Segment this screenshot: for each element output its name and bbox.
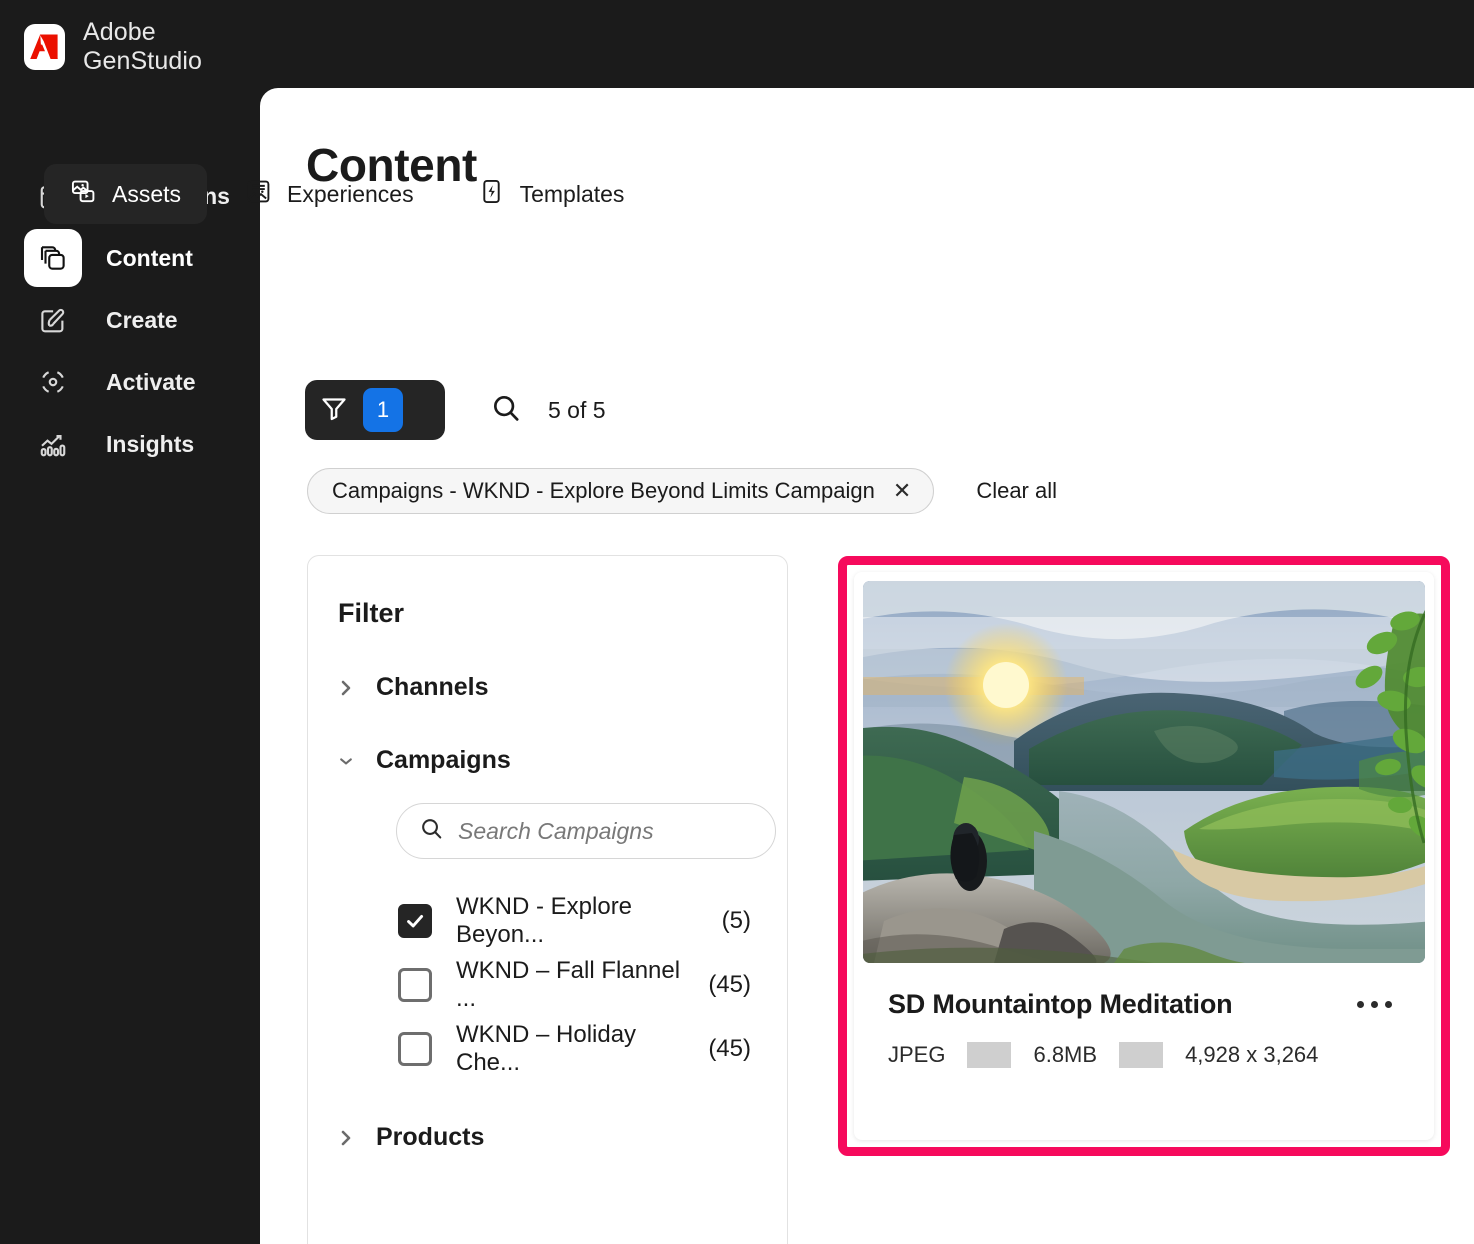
filter-group-channels[interactable]: Channels (338, 673, 751, 702)
asset-card-inner: SD Mountaintop Meditation JPEG 6.8MB 4,9… (854, 572, 1434, 1140)
tab-assets[interactable]: Assets (44, 164, 208, 224)
asset-dimensions: 4,928 x 3,264 (1185, 1042, 1319, 1067)
tab-templates[interactable]: Templates (452, 164, 651, 224)
filter-chip-label: Campaigns - WKND - Explore Beyond Limits… (332, 478, 875, 503)
tab-label: Experiences (287, 180, 414, 207)
filter-group-label: Products (376, 1123, 485, 1151)
campaign-option-label: WKND – Holiday Che... (456, 1021, 637, 1076)
toolbar: 1 5 of 5 (305, 380, 606, 440)
campaign-option-row[interactable]: WKND – Fall Flannel ... (45) (398, 953, 751, 1017)
sidebar-item-label: Insights (106, 430, 195, 457)
analytics-chart-icon (24, 415, 82, 473)
applied-filter-chips: Campaigns - WKND - Explore Beyond Limits… (307, 468, 1057, 514)
chevron-right-icon (338, 1128, 354, 1148)
layers-icon (24, 229, 82, 287)
tab-label: Templates (519, 180, 625, 207)
result-count: 5 of 5 (548, 396, 606, 423)
checkbox-unchecked-icon[interactable] (398, 1032, 432, 1066)
clear-all-button[interactable]: Clear all (976, 478, 1057, 504)
sidebar-item-create[interactable]: Create (0, 289, 260, 351)
assets-icon (70, 178, 97, 210)
campaign-option-row[interactable]: WKND – Holiday Che... (45) (398, 1017, 751, 1081)
tab-experiences[interactable]: Experiences (219, 164, 440, 224)
brand-title: Adobe GenStudio (82, 18, 202, 75)
filter-group-label: Channels (376, 673, 489, 701)
sidebar-item-label: Create (106, 306, 178, 333)
filter-count-badge: 1 (363, 388, 403, 432)
filter-chip[interactable]: Campaigns - WKND - Explore Beyond Limits… (307, 468, 935, 514)
content-tabs: Assets Experiences Templates (44, 164, 650, 224)
filter-panel-heading: Filter (338, 598, 405, 628)
campaign-option-count: (45) (708, 1035, 751, 1062)
asset-card-meta: SD Mountaintop Meditation JPEG 6.8MB 4,9… (854, 963, 1434, 1068)
sidebar-item-content[interactable]: Content (0, 227, 260, 289)
chevron-down-icon (338, 751, 354, 771)
templates-lightning-icon (478, 178, 505, 210)
checkbox-unchecked-icon[interactable] (398, 968, 432, 1002)
filter-group-products[interactable]: Products (338, 1123, 751, 1152)
campaign-option-label: WKND - Explore Beyon... (456, 893, 633, 948)
campaign-search-field[interactable] (396, 803, 776, 859)
campaign-option-count: (5) (721, 907, 751, 934)
campaign-option-row[interactable]: WKND - Explore Beyon... (5) (398, 889, 751, 953)
search-button[interactable]: 5 of 5 (490, 392, 606, 429)
sidebar-item-activate[interactable]: Activate (0, 351, 260, 413)
adobe-logo-icon (24, 24, 65, 70)
filter-group-label: Campaigns (376, 746, 511, 774)
filter-button[interactable]: 1 (305, 380, 445, 440)
close-icon[interactable]: ✕ (893, 480, 911, 502)
filter-panel: Filter Channels Campaigns WKND - Explore… (307, 555, 788, 1244)
filter-group-campaigns[interactable]: Campaigns (338, 746, 751, 775)
sidebar-item-insights[interactable]: Insights (0, 413, 260, 475)
asset-size: 6.8MB (1033, 1042, 1098, 1067)
campaign-option-label: WKND – Fall Flannel ... (456, 957, 681, 1012)
campaign-option-count: (45) (708, 971, 751, 998)
search-icon (490, 392, 522, 429)
asset-thumbnail[interactable] (863, 581, 1425, 963)
asset-format: JPEG (888, 1042, 946, 1067)
asset-title: SD Mountaintop Meditation (888, 989, 1233, 1019)
sidebar-item-label: Content (106, 244, 193, 271)
funnel-icon (319, 393, 349, 428)
target-icon (24, 353, 82, 411)
checkbox-checked-icon[interactable] (398, 904, 432, 938)
tab-label: Assets (112, 180, 182, 207)
search-icon (419, 816, 444, 846)
search-input[interactable] (458, 817, 748, 845)
divider (1119, 1042, 1164, 1068)
brand: Adobe GenStudio (24, 18, 260, 76)
more-options-icon[interactable] (1349, 993, 1400, 1016)
sidebar-item-label: Activate (106, 368, 196, 395)
brush-edit-icon (24, 291, 82, 349)
asset-facts: JPEG 6.8MB 4,928 x 3,264 (888, 1042, 1400, 1068)
chevron-right-icon (338, 678, 354, 698)
campaign-option-list: WKND - Explore Beyon... (5) WKND – Fall … (398, 889, 751, 1081)
divider (967, 1042, 1012, 1068)
experiences-icon (245, 178, 272, 210)
asset-card[interactable]: SD Mountaintop Meditation JPEG 6.8MB 4,9… (838, 556, 1450, 1156)
